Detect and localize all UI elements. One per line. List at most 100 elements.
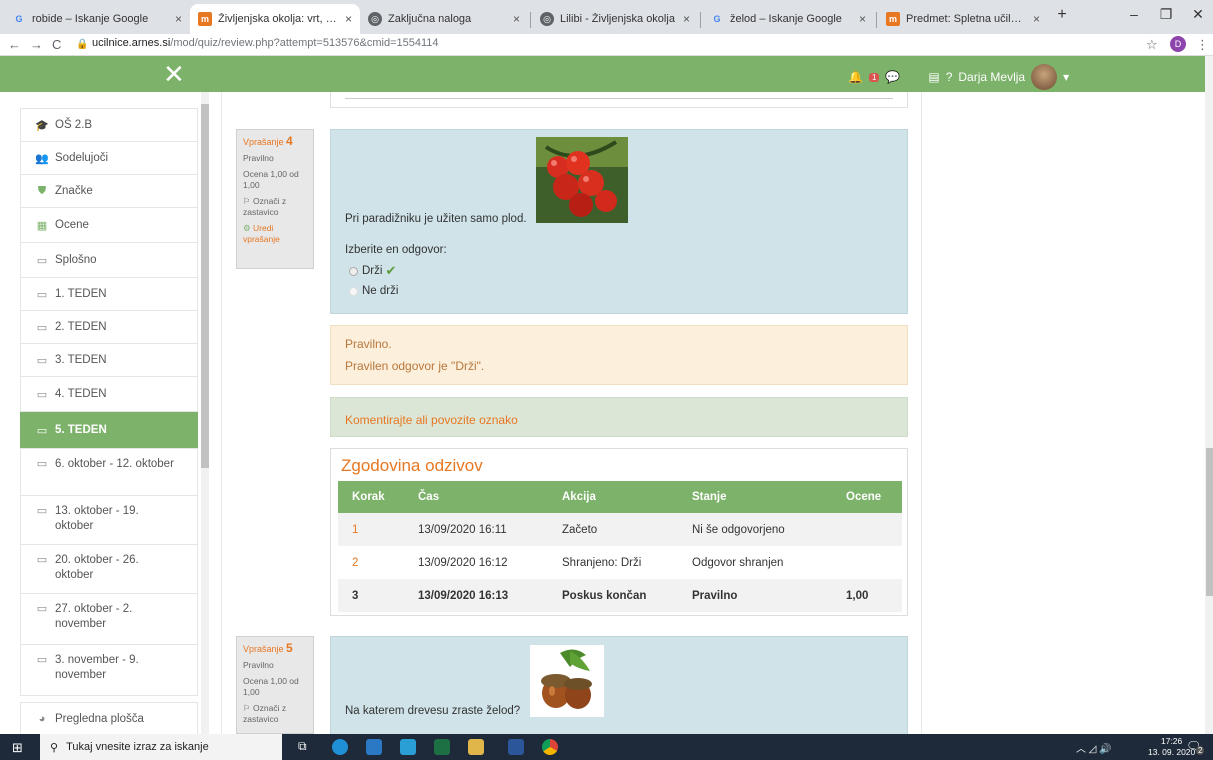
chrome-icon[interactable] xyxy=(542,739,558,755)
answer-option[interactable]: Ne drži xyxy=(349,285,398,297)
sidebar-item-section[interactable]: ▭ 1. TEDEN xyxy=(20,277,198,311)
sidebar-item-label: 20. oktober - 26. oktober xyxy=(55,554,139,581)
url-path: /mod/quiz/review.php?attempt=513576&cmid… xyxy=(170,37,439,49)
sidebar-item-label: Sodelujoči xyxy=(55,152,109,164)
new-tab-button[interactable]: + xyxy=(1052,6,1072,24)
flag-question-link[interactable]: ⚐ Označi z zastavico xyxy=(243,196,307,218)
answer-option-selected[interactable]: Drži ✔ xyxy=(349,263,396,279)
close-icon[interactable]: × xyxy=(683,12,690,26)
tab-title: Življenjska okolja: vrt, polje, gozd xyxy=(218,13,339,25)
table-cell: 13/09/2020 16:12 xyxy=(418,556,508,569)
bell-icon[interactable]: 🔔 xyxy=(848,70,863,84)
page-scrollbar-thumb[interactable] xyxy=(1206,448,1213,596)
taskbar-search[interactable]: ⚲ Tukaj vnesite izraz za iskanje xyxy=(40,734,282,760)
column-header: Akcija xyxy=(548,481,678,513)
caret-down-icon[interactable]: ▾ xyxy=(1063,70,1069,84)
browser-tab[interactable]: ◎ Lilibi - Življenjska okolja × xyxy=(532,4,698,34)
table-row: 3 13/09/2020 16:13 Poskus končan Praviln… xyxy=(338,579,902,612)
folder-icon: ▭ xyxy=(36,505,48,517)
search-placeholder: Tukaj vnesite izraz za iskanje xyxy=(66,741,209,753)
sidebar-item-section[interactable]: ▭ 2. TEDEN xyxy=(20,310,198,344)
sidebar-item-grades[interactable]: ▦ Ocene xyxy=(20,207,198,243)
close-icon[interactable]: × xyxy=(1033,12,1040,26)
reload-icon[interactable]: C xyxy=(52,37,61,52)
sidebar-item-course[interactable]: 🎓 OŠ 2.B xyxy=(20,108,198,142)
store-icon[interactable] xyxy=(366,739,382,755)
browser-tab[interactable]: m Predmet: Spletna učilnica 2.B Da × xyxy=(878,4,1048,34)
sidebar-item-section[interactable]: ▭ Splošno xyxy=(20,242,198,278)
comment-link[interactable]: Komentirajte ali povozite oznako xyxy=(345,413,518,427)
flag-question-link[interactable]: ⚐ Označi z zastavico xyxy=(243,703,307,725)
star-icon[interactable]: ☆ xyxy=(1146,37,1158,53)
forward-arrow-icon[interactable]: → xyxy=(30,37,43,52)
browser-tab[interactable]: G robide – Iskanje Google × xyxy=(4,4,190,34)
user-menu[interactable]: 🔔 1 💬 ▤ ? Darja Mevlja ▾ xyxy=(848,64,1069,90)
sidebar-item-section[interactable]: ▭ 6. oktober - 12. oktober xyxy=(20,448,198,496)
folder-icon: ▭ xyxy=(36,388,48,401)
close-icon[interactable]: × xyxy=(859,12,866,26)
windows-start-icon[interactable]: ⊞ xyxy=(12,740,23,756)
sidebar-item-section[interactable]: ▭ 13. oktober - 19. oktober xyxy=(20,495,198,545)
sidebar-item-current-section[interactable]: ▭ 5. TEDEN xyxy=(20,412,198,448)
back-arrow-icon[interactable]: ← xyxy=(8,37,21,52)
file-explorer-icon[interactable] xyxy=(468,739,484,755)
step-link[interactable]: 1 xyxy=(338,513,404,546)
window-close-icon[interactable]: ✕ xyxy=(1188,6,1208,23)
sidebar-item-participants[interactable]: 👥 Sodelujoči xyxy=(20,141,198,175)
sidebar-item-section[interactable]: ▭ 4. TEDEN xyxy=(20,376,198,412)
tab-title: robide – Iskanje Google xyxy=(32,13,149,25)
table-cell: Pravilno xyxy=(678,579,832,612)
restore-icon[interactable]: ❐ xyxy=(1156,6,1176,23)
sidebar-item-dashboard[interactable]: ◕ Pregledna plošča xyxy=(20,702,198,736)
sidebar-item-section[interactable]: ▭ 27. oktober - 2. november xyxy=(20,593,198,645)
sidebar-item-section[interactable]: ▭ 3. TEDEN xyxy=(20,343,198,377)
close-icon[interactable]: × xyxy=(513,12,520,26)
chat-icon[interactable]: 💬 xyxy=(885,70,900,84)
tray-icons[interactable]: ︿ ◿ 🔊 xyxy=(1076,740,1112,755)
sidebar-item-label: 13. oktober - 19. oktober xyxy=(55,505,139,532)
step-link[interactable]: 2 xyxy=(338,546,404,579)
help-icon[interactable]: ? xyxy=(946,70,953,84)
excel-icon[interactable] xyxy=(434,739,450,755)
minimize-icon[interactable]: – xyxy=(1124,6,1144,22)
profile-avatar[interactable]: D xyxy=(1170,36,1186,52)
page-scrollbar[interactable] xyxy=(1205,56,1213,734)
radio-selected[interactable] xyxy=(349,266,358,276)
tab-separator xyxy=(700,12,701,28)
browser-tab-active[interactable]: m Življenjska okolja: vrt, polje, gozd × xyxy=(190,4,360,34)
task-view-icon[interactable]: ⧉ xyxy=(298,739,307,754)
sidebar-item-label: 5. TEDEN xyxy=(55,424,107,436)
user-name[interactable]: Darja Mevlja xyxy=(958,70,1025,84)
folder-icon: ▭ xyxy=(36,254,48,267)
mail-icon[interactable] xyxy=(400,739,416,755)
edge-icon[interactable] xyxy=(332,739,348,755)
flag-icon: ⚐ xyxy=(243,196,251,206)
close-icon[interactable]: × xyxy=(175,12,182,26)
browser-tab-strip: G robide – Iskanje Google × m Življenjsk… xyxy=(0,0,1213,34)
lock-icon: 🔒 xyxy=(76,39,89,50)
windows-taskbar: ⊞ ⚲ Tukaj vnesite izraz za iskanje ⧉ ︿ ◿… xyxy=(0,734,1213,760)
close-icon[interactable]: × xyxy=(345,12,352,26)
more-menu-icon[interactable]: ⋮ xyxy=(1196,37,1209,53)
sidebar-item-section[interactable]: ▭ 20. oktober - 26. oktober xyxy=(20,544,198,594)
question-state: Pravilno xyxy=(243,660,274,670)
sidebar-item-section[interactable]: ▭ 3. november - 9. november xyxy=(20,644,198,696)
edit-mode-icon[interactable]: ▤ xyxy=(928,70,939,84)
step-number: 3 xyxy=(338,579,404,612)
browser-tab[interactable]: ◎ Zaključna naloga × xyxy=(360,4,528,34)
tab-separator xyxy=(876,12,877,28)
word-icon[interactable] xyxy=(508,739,524,755)
google-icon: G xyxy=(713,14,721,24)
sidebar-scrollbar-thumb[interactable] xyxy=(201,104,209,468)
browser-tab[interactable]: G želod – Iskanje Google × xyxy=(702,4,874,34)
radio-unselected[interactable] xyxy=(349,286,358,296)
sidebar-item-label: 3. TEDEN xyxy=(55,354,107,366)
tab-title: želod – Iskanje Google xyxy=(730,13,842,25)
close-drawer-icon[interactable]: ✕ xyxy=(163,60,185,88)
edit-question-link[interactable]: ⚙ Uredi vprašanje xyxy=(243,223,307,245)
question-grade: Ocena 1,00 od 1,00 xyxy=(243,676,299,697)
avatar[interactable] xyxy=(1031,64,1058,90)
table-row: 2 13/09/2020 16:12 Shranjeno: Drži Odgov… xyxy=(338,546,902,579)
address-bar[interactable]: ucilnice.arnes.si/mod/quiz/review.php?at… xyxy=(92,37,439,49)
sidebar-item-badges[interactable]: ⛊ Značke xyxy=(20,174,198,208)
